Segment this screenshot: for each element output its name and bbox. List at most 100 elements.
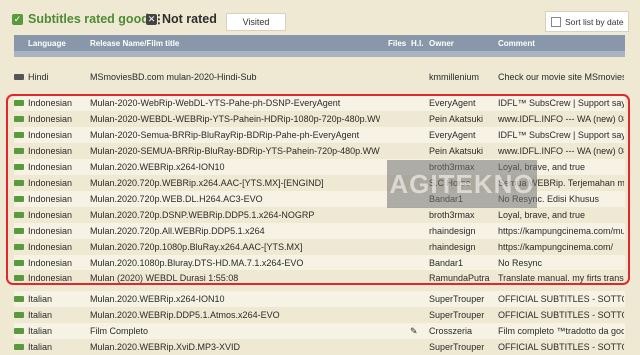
row-release-name[interactable]: Mulan-2020-SEMUA-BRRip-BluRay-BDRip-YTS-… — [90, 146, 380, 156]
subtitle-icon — [14, 260, 24, 266]
row-release-name[interactable]: Mulan.2020.WEBRip.x264-ION10 — [90, 162, 380, 172]
row-language: Indonesian — [28, 273, 73, 283]
visited-button[interactable]: Visited — [226, 13, 286, 31]
table-row[interactable]: Indonesian Mulan-2020-SEMUA-BRRip-BluRay-… — [14, 143, 625, 159]
row-comment: OFFICIAL SUBTITLES - SOTTOTIT — [498, 310, 624, 320]
row-comment: https://kampungcinema.com/mula — [498, 226, 624, 236]
row-release-name[interactable]: Mulan.2020.720p.DSNP.WEBRip.DDP5.1.x264-… — [90, 210, 380, 220]
column-release-name[interactable]: Release Name/Film title — [90, 39, 179, 48]
row-release-name[interactable]: MSmoviesBD.com mulan-2020-Hindi-Sub — [90, 72, 380, 82]
row-release-name[interactable]: Mulan.2020.720p.WEB.DL.H264.AC3-EVO — [90, 194, 380, 204]
subtitle-icon — [14, 328, 24, 334]
header-divider — [14, 51, 625, 57]
row-owner[interactable]: broth3rmax — [429, 210, 495, 220]
column-owner[interactable]: Owner — [429, 39, 454, 48]
row-comment: Film completo ™tradotto da google — [498, 326, 624, 336]
row-release-name[interactable]: Mulan (2020) WEBDL Durasi 1:55:08 — [90, 273, 380, 283]
row-language: Indonesian — [28, 178, 73, 188]
subtitle-icon — [14, 296, 24, 302]
subtitle-icon — [14, 275, 24, 281]
sort-by-date-label: Sort list by date — [565, 16, 624, 27]
row-owner[interactable]: Crosszeria — [429, 326, 495, 336]
checkmark-icon: ✓ — [12, 13, 23, 25]
row-language: Italian — [28, 342, 53, 352]
table-row[interactable]: Indonesian Mulan.2020.720p.1080p.BluRay.x… — [14, 239, 625, 255]
column-comment[interactable]: Comment — [498, 39, 535, 48]
row-owner[interactable]: RamundaPutra — [429, 273, 495, 283]
column-hearing-impaired[interactable]: H.I. — [411, 39, 423, 48]
row-owner[interactable]: EveryAgent — [429, 98, 495, 108]
watermark: AGITEKNO — [387, 160, 537, 208]
row-language: Indonesian — [28, 98, 73, 108]
row-comment: OFFICIAL SUBTITLES - SOTTOTIT — [498, 294, 624, 304]
row-language: Indonesian — [28, 114, 73, 124]
row-comment: OFFICIAL SUBTITLES - SOTTOTIT — [498, 342, 624, 352]
row-release-name[interactable]: Mulan.2020.WEBRip.x264-ION10 — [90, 294, 380, 304]
toolbar: ✓ Subtitles rated good ⋮ ✕ Not rated Vis… — [0, 0, 640, 34]
cross-icon: ✕ — [146, 13, 157, 25]
subtitle-icon — [14, 312, 24, 318]
column-files[interactable]: Files — [388, 39, 406, 48]
row-owner[interactable]: SuperTrouper — [429, 342, 495, 352]
sort-by-date-checkbox[interactable] — [551, 16, 561, 27]
subtitle-icon — [14, 244, 24, 250]
subtitle-icon — [14, 74, 24, 80]
subtitle-icon — [14, 164, 24, 170]
row-owner[interactable]: SuperTrouper — [429, 310, 495, 320]
row-language: Indonesian — [28, 226, 73, 236]
tab-not-rated[interactable]: ✕ Not rated — [146, 12, 217, 26]
row-comment: IDFL™ SubsCrew | Support saya di — [498, 98, 624, 108]
tab-rated-good[interactable]: ✓ Subtitles rated good ⋮ — [12, 12, 165, 26]
row-release-name[interactable]: Mulan-2020-WebRip-WebDL-YTS-Pahe-ph-DSNP… — [90, 98, 380, 108]
row-owner[interactable]: Pein Akatsuki — [429, 146, 495, 156]
row-language: Hindi — [28, 72, 49, 82]
subtitle-icon — [14, 148, 24, 154]
row-release-name[interactable]: Mulan.2020.1080p.Bluray.DTS-HD.MA.7.1.x2… — [90, 258, 380, 268]
table-row[interactable]: Indonesian Mulan.2020.720p.DSNP.WEBRip.DD… — [14, 207, 625, 223]
column-language[interactable]: Language — [28, 39, 66, 48]
table-row[interactable]: Italian Film Completo ✎ Crosszeria Film comp… — [14, 323, 625, 339]
subtitle-icon — [14, 100, 24, 106]
row-comment: No Resync — [498, 258, 543, 268]
row-owner[interactable]: Pein Akatsuki — [429, 114, 495, 124]
row-release-name[interactable]: Mulan.2020.720p.1080p.BluRay.x264.AAC-[Y… — [90, 242, 380, 252]
table-row[interactable]: Hindi MSmoviesBD.com mulan-2020-Hindi-Sub… — [14, 69, 625, 85]
subtitle-icon — [14, 196, 24, 202]
table-row[interactable]: Indonesian Mulan-2020-WebRip-WebDL-YTS-Pa… — [14, 95, 625, 111]
row-owner[interactable]: SuperTrouper — [429, 294, 495, 304]
row-release-name[interactable]: Mulan.2020.WEBRip.DDP5.1.Atmos.x264-EVO — [90, 310, 380, 320]
row-release-name[interactable]: Mulan.2020.720p.All.WEBRip.DDP5.1.x264 — [90, 226, 380, 236]
row-language: Indonesian — [28, 146, 73, 156]
row-release-name[interactable]: Mulan.2020.WEBRip.XviD.MP3-XVID — [90, 342, 380, 352]
table-header: Language Release Name/Film title Files H… — [14, 35, 625, 51]
subtitle-icon — [14, 228, 24, 234]
table-row[interactable]: Italian Mulan.2020.WEBRip.DDP5.1.Atmos.x2… — [14, 307, 625, 323]
row-language: Indonesian — [28, 194, 73, 204]
sort-by-date-option[interactable]: Sort list by date — [545, 11, 629, 32]
row-language: Indonesian — [28, 210, 73, 220]
row-release-name[interactable]: Mulan-2020-WEBDL-WEBRip-YTS-Pahein-HDRip… — [90, 114, 380, 124]
row-release-name[interactable]: Film Completo — [90, 326, 380, 336]
row-release-name[interactable]: Mulan-2020-Semua-BRRip-BluRayRip-BDRip-P… — [90, 130, 380, 140]
table-row[interactable]: Indonesian Mulan-2020-WEBDL-WEBRip-YTS-Pa… — [14, 111, 625, 127]
row-language: Italian — [28, 326, 53, 336]
row-comment: Translate manual. my firts translatio — [498, 273, 624, 283]
row-language: Italian — [28, 294, 53, 304]
row-language: Indonesian — [28, 162, 73, 172]
table-row[interactable]: Indonesian Mulan-2020-Semua-BRRip-BluRayR… — [14, 127, 625, 143]
row-comment: Loyal, brave, and true — [498, 210, 586, 220]
table-row[interactable]: Indonesian Mulan (2020) WEBDL Durasi 1:55… — [14, 270, 625, 286]
table-row[interactable]: Indonesian Mulan.2020.720p.All.WEBRip.DDP… — [14, 223, 625, 239]
row-release-name[interactable]: Mulan.2020.720p.WEBRip.x264.AAC-[YTS.MX]… — [90, 178, 380, 188]
row-owner[interactable]: EveryAgent — [429, 130, 495, 140]
table-row[interactable]: Italian Mulan.2020.WEBRip.x264-ION10 Super… — [14, 291, 625, 307]
row-owner[interactable]: rhaindesign — [429, 242, 495, 252]
table-row[interactable]: Indonesian Mulan.2020.1080p.Bluray.DTS-HD… — [14, 255, 625, 271]
row-owner[interactable]: Bandar1 — [429, 258, 495, 268]
subtitle-icon — [14, 116, 24, 122]
row-comment: www.IDFL.INFO --- WA (new) 088 1 — [498, 146, 624, 156]
table-row[interactable]: Italian Mulan.2020.WEBRip.XviD.MP3-XVID Su… — [14, 339, 625, 355]
row-comment: Check our movie site MSmoviesB... — [498, 72, 624, 82]
row-owner[interactable]: kmmillenium — [429, 72, 495, 82]
row-owner[interactable]: rhaindesign — [429, 226, 495, 236]
